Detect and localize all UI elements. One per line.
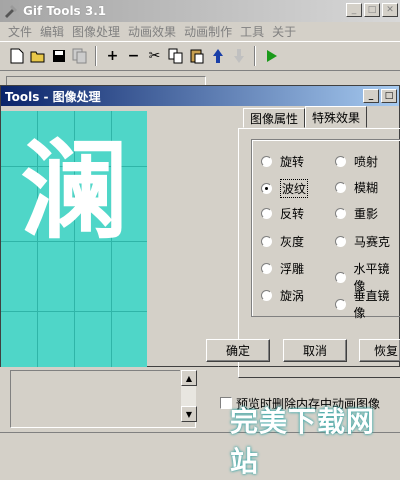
play-icon[interactable] [261, 45, 282, 67]
up-arrow-icon[interactable] [207, 45, 228, 67]
effect-option-selected[interactable]: 波纹 [261, 179, 309, 198]
maximize-icon[interactable]: □ [364, 3, 380, 17]
ok-button[interactable]: 确定 [206, 339, 270, 362]
effect-label: 旋转 [280, 155, 305, 169]
plus-icon[interactable]: + [102, 45, 123, 67]
menu-about[interactable]: 关于 [268, 23, 300, 40]
minimize-icon[interactable]: _ [346, 3, 362, 17]
main-title-bar: Gif Tools 3.1 _ □ ✕ [0, 0, 400, 22]
dialog-maximize-icon[interactable]: □ [381, 89, 397, 103]
effect-option[interactable]: 喷射 [335, 153, 378, 170]
image-processing-dialog: Tools - 图像处理 _ □ 澜 图像属性 特殊效果 旋转 波纹 反转 灰度… [0, 85, 400, 378]
paste-icon[interactable] [186, 45, 207, 67]
radio-button[interactable] [261, 156, 272, 167]
toolbar: + − ✂ [0, 41, 400, 71]
cancel-button[interactable]: 取消 [283, 339, 347, 362]
tools-app-icon [3, 3, 19, 19]
effect-option[interactable]: 马赛克 [335, 233, 390, 250]
toolbar-separator [95, 46, 97, 66]
effect-label: 马赛克 [354, 235, 391, 249]
menu-image[interactable]: 图像处理 [68, 23, 124, 40]
copy-doc-icon[interactable] [69, 45, 90, 67]
effect-option[interactable]: 模糊 [335, 179, 378, 196]
effect-label: 浮雕 [280, 262, 305, 276]
preview-character: 澜 [19, 128, 128, 254]
effect-label: 波纹 [280, 179, 309, 198]
radio-button[interactable] [335, 271, 346, 283]
effect-option[interactable]: 反转 [261, 205, 304, 222]
effect-label: 旋涡 [280, 289, 305, 303]
radio-button[interactable] [335, 236, 346, 247]
grid-line [1, 311, 147, 312]
radio-button[interactable] [335, 182, 346, 193]
menu-tools[interactable]: 工具 [236, 23, 268, 40]
effect-label: 反转 [280, 207, 305, 221]
watermark: 完美下载网站 [230, 405, 376, 478]
effect-option[interactable]: 灰度 [261, 233, 304, 250]
dialog-title-bar: Tools - 图像处理 _ □ [1, 86, 399, 106]
open-icon[interactable] [27, 45, 48, 67]
effect-option[interactable]: 旋转 [261, 153, 304, 170]
radio-button[interactable] [261, 290, 272, 301]
frame-list-panel[interactable] [10, 370, 196, 428]
dialog-tabs: 图像属性 特殊效果 [243, 106, 368, 128]
radio-button[interactable] [261, 208, 272, 219]
toolbar-separator [254, 46, 256, 66]
effect-option[interactable]: 旋涡 [261, 287, 304, 304]
new-icon[interactable] [6, 45, 27, 67]
menu-anim-make[interactable]: 动画制作 [180, 23, 236, 40]
save-icon[interactable] [48, 45, 69, 67]
effect-label: 模糊 [354, 181, 379, 195]
effect-option[interactable]: 垂直镜像 [335, 287, 399, 321]
radio-button[interactable] [261, 236, 272, 247]
close-icon[interactable]: ✕ [382, 3, 398, 17]
minus-icon[interactable]: − [123, 45, 144, 67]
tab-image-properties[interactable]: 图像属性 [243, 108, 306, 128]
cut-icon[interactable]: ✂ [144, 45, 165, 67]
radio-button[interactable] [335, 156, 346, 167]
radio-button-selected[interactable] [261, 183, 272, 194]
main-window-title: Gif Tools 3.1 [23, 4, 107, 18]
menu-anim-effects[interactable]: 动画效果 [124, 23, 180, 40]
radio-button[interactable] [335, 208, 346, 219]
dialog-title: Tools - 图像处理 [5, 89, 101, 104]
effect-option[interactable]: 浮雕 [261, 260, 304, 277]
tab-special-effects[interactable]: 特殊效果 [305, 106, 368, 128]
radio-button[interactable] [335, 298, 346, 310]
effect-label: 垂直镜像 [353, 289, 390, 320]
scroll-up-icon[interactable]: ▲ [181, 370, 197, 386]
image-preview: 澜 [1, 111, 147, 367]
menu-edit[interactable]: 编辑 [36, 23, 68, 40]
down-arrow-icon[interactable] [228, 45, 249, 67]
scroll-down-icon[interactable]: ▼ [181, 406, 197, 422]
vertical-scrollbar[interactable]: ▲ ▼ [180, 370, 197, 422]
restore-button[interactable]: 恢复 [359, 339, 400, 362]
menu-bar: 文件 编辑 图像处理 动画效果 动画制作 工具 关于 [0, 22, 400, 41]
effect-option[interactable]: 重影 [335, 205, 378, 222]
radio-button[interactable] [261, 263, 272, 274]
effect-label: 喷射 [354, 155, 379, 169]
copy-icon[interactable] [165, 45, 186, 67]
menu-file[interactable]: 文件 [4, 23, 36, 40]
dialog-minimize-icon[interactable]: _ [363, 89, 379, 103]
effect-label: 重影 [354, 207, 379, 221]
effect-label: 灰度 [280, 235, 305, 249]
